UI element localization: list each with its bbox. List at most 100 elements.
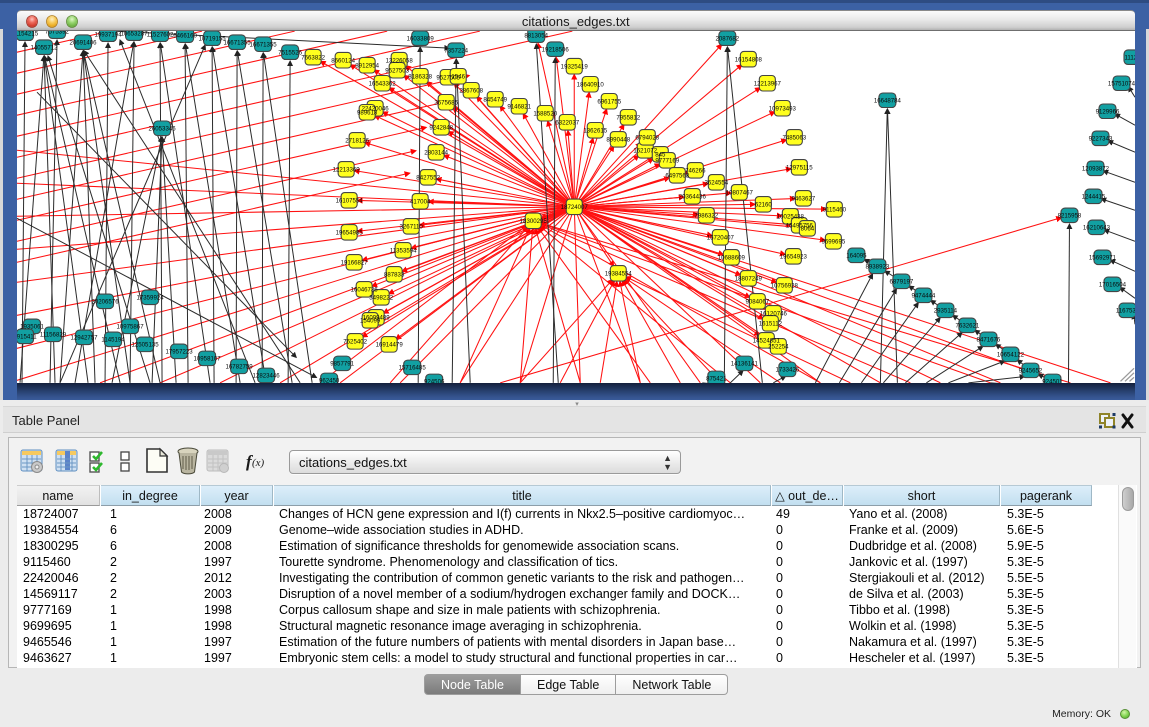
svg-text:417004: 417004	[410, 199, 431, 206]
svg-text:6322037: 6322037	[555, 120, 579, 127]
svg-text:9245652: 9245652	[1019, 368, 1043, 375]
svg-text:252254: 252254	[768, 344, 789, 351]
svg-text:2867608: 2867608	[459, 87, 483, 94]
svg-text:962450: 962450	[319, 378, 340, 383]
svg-text:11156829: 11156829	[40, 332, 67, 339]
svg-text:1244415: 1244415	[1082, 194, 1106, 201]
svg-text:2718126: 2718126	[345, 138, 369, 145]
svg-text:11353594: 11353594	[390, 248, 417, 255]
svg-text:9474444: 9474444	[912, 293, 936, 300]
svg-text:10973493: 10973493	[769, 106, 797, 113]
svg-text:1362615: 1362615	[583, 128, 607, 135]
svg-text:10975867: 10975867	[116, 324, 144, 331]
svg-text:7357224: 7357224	[444, 47, 468, 54]
svg-text:8938923: 8938923	[866, 264, 890, 271]
svg-text:15720407: 15720407	[707, 235, 735, 242]
svg-text:12213369: 12213369	[333, 167, 361, 174]
svg-text:8660124: 8660124	[331, 57, 355, 64]
svg-text:9857791: 9857791	[330, 361, 354, 368]
svg-text:16543362: 16543362	[369, 80, 397, 87]
svg-text:8215958: 8215958	[1058, 213, 1082, 220]
svg-text:10756928: 10756928	[771, 283, 799, 290]
svg-text:16046736: 16046736	[351, 287, 379, 294]
svg-text:924506: 924506	[424, 379, 445, 383]
svg-text:2087682: 2087682	[715, 35, 739, 42]
svg-text:(x): (x)	[252, 457, 265, 469]
svg-text:10688609: 10688609	[718, 255, 746, 262]
svg-text:17957223: 17957223	[166, 349, 194, 356]
svg-text:62160: 62160	[755, 202, 773, 209]
svg-text:17359924: 17359924	[136, 295, 164, 302]
svg-text:20364436: 20364436	[679, 194, 707, 201]
svg-text:15751074: 15751074	[1108, 80, 1135, 87]
svg-text:1546: 1546	[451, 73, 465, 80]
svg-text:17016504: 17016504	[1099, 282, 1127, 289]
svg-text:12942757: 12942757	[70, 335, 98, 342]
svg-text:7632621: 7632621	[956, 323, 980, 330]
svg-text:6879197: 6879197	[890, 279, 914, 286]
svg-text:6794028: 6794028	[635, 135, 659, 142]
svg-text:9146821: 9146821	[507, 104, 531, 111]
svg-text:8990448: 8990448	[606, 137, 630, 144]
svg-text:9227343: 9227343	[1089, 136, 1113, 143]
svg-text:16210643: 16210643	[1083, 225, 1111, 232]
svg-text:8912954: 8912954	[355, 62, 379, 69]
svg-text:14136141: 14136141	[731, 361, 759, 368]
svg-text:7663822: 7663822	[301, 54, 325, 61]
svg-text:11527602: 11527602	[147, 31, 174, 38]
svg-text:20691406: 20691406	[69, 39, 97, 46]
svg-text:12093872: 12093872	[1082, 166, 1110, 173]
svg-text:1145194: 1145194	[101, 337, 125, 344]
svg-text:9527503: 9527503	[385, 67, 409, 74]
svg-text:9463627: 9463627	[791, 196, 815, 203]
svg-text:10958107: 10958107	[194, 356, 222, 363]
svg-text:16671355: 16671355	[250, 41, 278, 48]
svg-text:989618: 989618	[357, 110, 378, 117]
svg-text:12213967: 12213967	[754, 80, 782, 87]
svg-text:18640910: 18640910	[577, 81, 605, 88]
svg-text:19654985: 19654985	[336, 230, 364, 237]
svg-text:7515526: 7515526	[278, 49, 302, 56]
svg-text:7625402: 7625402	[343, 339, 367, 346]
svg-text:3624554: 3624554	[704, 180, 728, 187]
svg-text:12823446: 12823446	[253, 373, 281, 380]
svg-text:8454749: 8454749	[483, 97, 507, 104]
svg-text:2803144: 2803144	[424, 150, 448, 157]
svg-text:7986322: 7986322	[694, 213, 718, 220]
svg-text:18807249: 18807249	[735, 276, 763, 283]
svg-text:8427552: 8427552	[416, 175, 440, 182]
svg-text:18300295: 18300295	[520, 218, 548, 225]
svg-text:19218506: 19218506	[542, 46, 570, 53]
svg-text:3498222: 3498222	[369, 295, 393, 302]
svg-text:16782759: 16782759	[226, 364, 254, 371]
svg-text:10719155: 10719155	[199, 35, 227, 42]
svg-text:8064: 8064	[801, 226, 815, 233]
svg-text:3915411: 3915411	[17, 334, 37, 341]
svg-text:924501: 924501	[1042, 379, 1063, 383]
svg-text:11121: 11121	[1124, 54, 1135, 61]
svg-text:1588520: 1588520	[533, 111, 557, 118]
svg-text:19384554: 19384554	[605, 271, 633, 278]
svg-text:8186328: 8186328	[408, 73, 432, 80]
svg-text:10025438: 10025438	[777, 214, 805, 221]
svg-text:16107554: 16107554	[336, 198, 364, 205]
svg-text:164095: 164095	[846, 253, 867, 260]
svg-text:12505135: 12505135	[131, 342, 159, 349]
svg-text:9115460: 9115460	[823, 207, 847, 214]
svg-text:1615112: 1615112	[759, 321, 783, 328]
svg-text:16120746: 16120746	[760, 311, 788, 318]
svg-text:7955812: 7955812	[616, 115, 640, 122]
svg-text:14055712: 14055712	[30, 44, 58, 51]
svg-text:7575392: 7575392	[45, 31, 69, 35]
svg-text:10807467: 10807467	[726, 190, 754, 197]
svg-text:6466160: 6466160	[173, 32, 197, 39]
svg-text:9242848: 9242848	[429, 125, 453, 132]
svg-text:2935114: 2935114	[934, 308, 958, 315]
svg-text:19166827: 19166827	[341, 260, 369, 267]
svg-text:13226058: 13226058	[386, 57, 414, 64]
svg-text:3267110: 3267110	[400, 224, 424, 231]
svg-text:15716485: 15716485	[399, 365, 427, 372]
svg-text:16671355: 16671355	[224, 39, 252, 46]
svg-text:19325419: 19325419	[561, 63, 589, 70]
svg-text:16154808: 16154808	[735, 56, 763, 63]
